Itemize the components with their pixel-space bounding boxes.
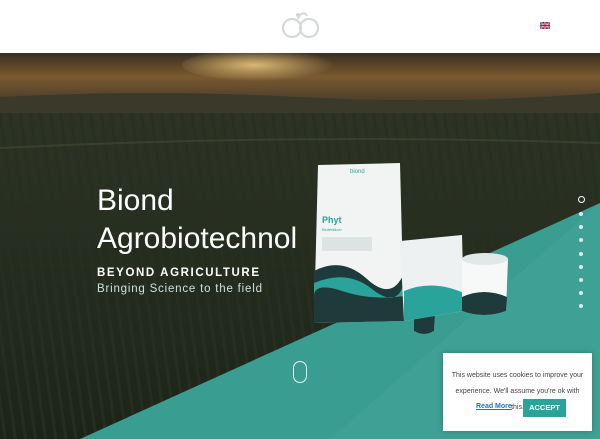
hero-tagline: BEYOND AGRICULTURE	[97, 267, 261, 279]
slider-dot-9[interactable]	[579, 304, 583, 309]
biond-logo-icon[interactable]	[276, 10, 326, 42]
slider-dot-3[interactable]	[579, 225, 583, 230]
hero-subtitle: Bringing Science to the field	[97, 283, 263, 295]
read-more-link[interactable]: Read More	[476, 403, 512, 410]
slider-dot-6[interactable]	[579, 264, 583, 269]
bag-subtitle: Biofertilizer	[322, 227, 342, 232]
hero-title-line2: Agrobiotechnol	[97, 222, 298, 255]
hero-title-line1: Biond	[97, 184, 174, 217]
bag-product: Phyt	[322, 215, 342, 225]
accept-button[interactable]: ACCEPT	[523, 399, 566, 417]
bag-brand: biond	[350, 169, 365, 175]
site-header	[0, 0, 600, 53]
product-images: biond Phyt Biofertilizer	[313, 163, 508, 334]
slider-dot-1[interactable]	[577, 196, 585, 203]
hero-title: Biond Agrobiotechnol	[97, 182, 297, 258]
slider-pagination	[576, 196, 586, 318]
slider-dot-2[interactable]	[579, 212, 583, 216]
cookie-banner: This website uses cookies to improve you…	[443, 353, 592, 431]
uk-flag-icon[interactable]	[540, 22, 550, 29]
slider-dot-8[interactable]	[579, 291, 583, 296]
slider-dot-5[interactable]	[579, 251, 583, 256]
slider-dot-7[interactable]	[579, 277, 583, 282]
slider-dot-4[interactable]	[579, 238, 583, 243]
scroll-down-icon[interactable]	[293, 361, 307, 383]
cookie-actions: Read More ACCEPT	[443, 399, 592, 417]
